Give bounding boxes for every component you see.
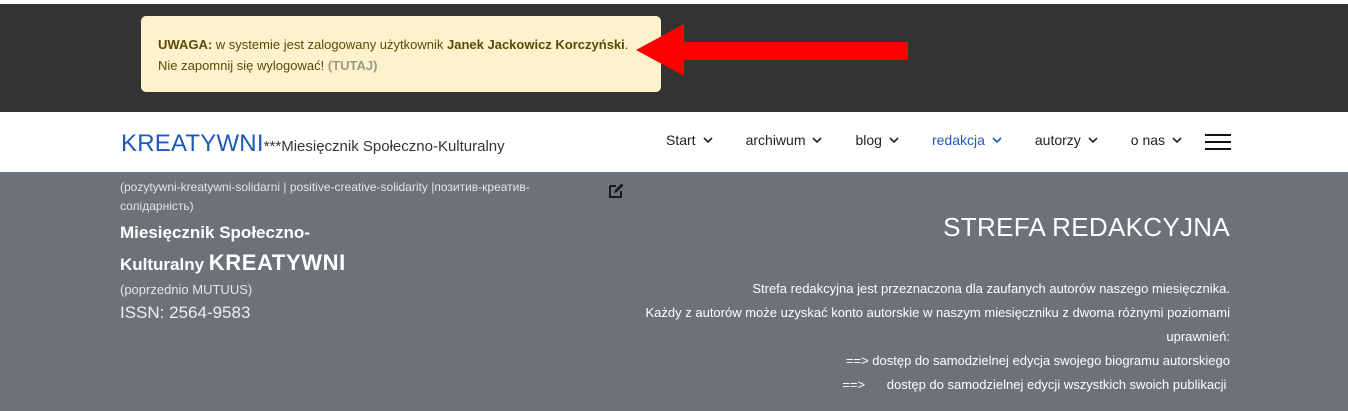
alert-user-name: Janek Jackowicz Korczyński bbox=[447, 37, 625, 52]
editorial-zone: STREFA REDAKCYJNA Strefa redakcyjna jest… bbox=[590, 212, 1231, 397]
chevron-down-icon bbox=[703, 137, 713, 144]
nav-item-label: redakcja bbox=[931, 132, 985, 148]
nav-item-label: autorzy bbox=[1034, 132, 1081, 148]
edit-icon[interactable] bbox=[607, 182, 625, 200]
magazine-title: Miesięcznik Społeczno- Kulturalny KREATY… bbox=[120, 218, 560, 280]
magazine-name: KREATYWNI bbox=[208, 250, 346, 275]
slogan: (pozytywni-kreatywni-solidarni | positiv… bbox=[120, 180, 530, 213]
chevron-down-icon bbox=[1088, 137, 1098, 144]
chevron-down-icon bbox=[812, 137, 823, 144]
nav-item-label: Start bbox=[666, 132, 696, 148]
main-section: (pozytywni-kreatywni-solidarni | positiv… bbox=[0, 172, 1348, 411]
alert-label: UWAGA: bbox=[158, 37, 213, 52]
login-alert: UWAGA: w systemie jest zalogowany użytko… bbox=[141, 16, 661, 92]
zone-text-line: ==> dostęp do samodzielnej edycji wszyst… bbox=[842, 377, 1230, 392]
top-banner: UWAGA: w systemie jest zalogowany użytko… bbox=[0, 0, 1348, 112]
chevron-down-icon bbox=[1172, 137, 1182, 144]
zone-description: Strefa redakcyjna jest przeznaczona dla … bbox=[590, 277, 1231, 397]
magazine-title-line2: Kulturalny KREATYWNI bbox=[120, 248, 560, 280]
nav-item-label: o nas bbox=[1130, 132, 1166, 148]
brand-subtitle: ***Miesięcznik Społeczno-Kulturalny bbox=[263, 138, 505, 155]
magazine-info: (pozytywni-kreatywni-solidarni | positiv… bbox=[120, 178, 560, 323]
nav-item-autorzy[interactable]: autorzy bbox=[1035, 132, 1099, 148]
nav-item-redakcja[interactable]: redakcja bbox=[932, 132, 1003, 148]
magazine-title-line1: Miesięcznik Społeczno- bbox=[120, 223, 310, 242]
main-nav: Start archiwum blog redakcja autorzy o n… bbox=[666, 132, 1215, 148]
alert-text: w systemie jest zalogowany użytkownik bbox=[215, 37, 444, 52]
zone-text-line: ==> dostęp do samodzielnej edycja swojeg… bbox=[845, 353, 1230, 368]
logout-link[interactable]: (TUTAJ) bbox=[328, 58, 378, 73]
chevron-down-icon bbox=[992, 137, 1002, 144]
zone-text-line: Każdy z autorów może uzyskać konto autor… bbox=[645, 305, 1231, 320]
issn: ISSN: 2564-9583 bbox=[120, 303, 251, 322]
chevron-down-icon bbox=[889, 137, 899, 144]
navbar: KREATYWNI***Miesięcznik Społeczno-Kultur… bbox=[0, 112, 1348, 172]
brand-name[interactable]: KREATYWNI bbox=[121, 130, 264, 157]
nav-item-archiwum[interactable]: archiwum bbox=[746, 132, 824, 148]
nav-item-o-nas[interactable]: o nas bbox=[1131, 132, 1183, 148]
nav-item-start[interactable]: Start bbox=[666, 132, 714, 148]
zone-title: STREFA REDAKCYJNA bbox=[943, 212, 1230, 242]
zone-text-line: uprawnień: bbox=[1166, 329, 1230, 344]
nav-item-label: blog bbox=[855, 132, 882, 148]
hamburger-menu-icon[interactable] bbox=[1205, 134, 1231, 152]
zone-text-line: Strefa redakcyjna jest przeznaczona dla … bbox=[752, 281, 1230, 296]
magazine-title-word: Kulturalny bbox=[120, 255, 205, 274]
nav-item-label: archiwum bbox=[745, 132, 806, 148]
site-brand[interactable]: KREATYWNI***Miesięcznik Społeczno-Kultur… bbox=[121, 130, 505, 158]
red-arrow-icon bbox=[636, 24, 908, 76]
nav-item-blog[interactable]: blog bbox=[855, 132, 899, 148]
previous-name: (poprzednio MUTUUS) bbox=[120, 282, 253, 297]
